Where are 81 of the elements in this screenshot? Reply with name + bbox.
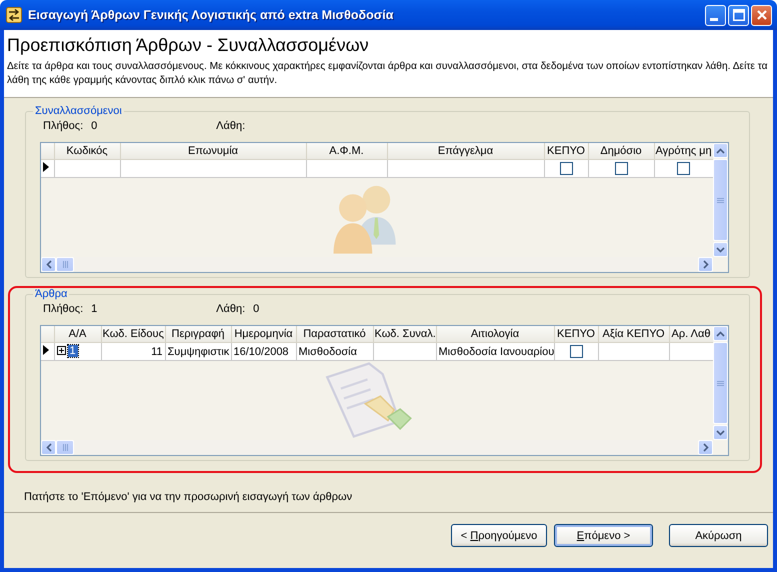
table-cell: 16/10/2008 bbox=[231, 342, 296, 360]
scroll-left-button[interactable] bbox=[41, 257, 56, 272]
column-header[interactable]: Επωνυμία bbox=[120, 143, 306, 160]
errors-value: 0 bbox=[253, 302, 260, 314]
column-header[interactable]: Κωδ. Είδους bbox=[101, 326, 165, 342]
horizontal-scrollbar[interactable] bbox=[41, 257, 713, 272]
scroll-thumb[interactable] bbox=[56, 440, 74, 455]
column-header[interactable]: Αρ. Λαθ bbox=[669, 326, 713, 342]
description-text: Δείτε τα άρθρα και τους συναλλασσόμενους. Με κόκκινους χαρακτήρες εμφανίζονται άρθρα και συναλλασσόμενοι, στα δεδομένα των οποίων εντοπίστηκαν λάθη. Δείτε τα λάθη της κάθε γραμμής κάνοντας διπλό κλικ πάνω σ' αυτήν. bbox=[7, 60, 768, 88]
column-header[interactable]: Κωδικός bbox=[54, 143, 120, 160]
table-cell: Μισθοδοσία Ιανουαρίου bbox=[436, 342, 554, 360]
table-cell: Μισθοδοσία bbox=[296, 342, 373, 360]
column-header[interactable]: ΚΕΠΥΟ bbox=[554, 326, 598, 342]
scroll-thumb[interactable] bbox=[56, 257, 74, 272]
count-value: 1 bbox=[91, 302, 98, 314]
checkbox[interactable] bbox=[677, 162, 690, 175]
column-header[interactable]: Κωδ. Συναλ. bbox=[373, 326, 436, 342]
table-cell: 11 bbox=[101, 342, 165, 360]
grip-icon bbox=[62, 444, 68, 451]
minimize-icon bbox=[710, 18, 718, 20]
group-legend: Άρθρα bbox=[33, 288, 70, 300]
page-title: Προεπισκόπιση Άρθρων - Συναλλασσομένων bbox=[7, 34, 370, 56]
data-grid[interactable]: Κωδικός Επωνυμία Α.Φ.Μ. Επάγγελμα ΚΕΠΥΟ Δημόσιο Αγρότης μη bbox=[40, 142, 729, 273]
grip-icon bbox=[717, 380, 724, 386]
checkbox[interactable] bbox=[614, 162, 628, 175]
scroll-right-button[interactable] bbox=[698, 440, 713, 455]
expand-icon[interactable] bbox=[56, 346, 66, 356]
count-value: 0 bbox=[91, 120, 98, 132]
table-cell: Συμψηφιστικ bbox=[165, 342, 231, 360]
row-header[interactable] bbox=[41, 342, 54, 360]
scroll-up-button[interactable] bbox=[713, 143, 728, 158]
errors-label: Λάθη: bbox=[216, 302, 246, 314]
vertical-scrollbar[interactable] bbox=[713, 326, 728, 440]
column-header[interactable]: Δημόσιο bbox=[588, 143, 654, 160]
checkbox[interactable] bbox=[570, 345, 582, 358]
scroll-left-button[interactable] bbox=[41, 440, 56, 455]
column-header[interactable]: Αξία ΚΕΠΥΟ bbox=[598, 326, 669, 342]
scroll-thumb[interactable] bbox=[713, 342, 728, 424]
count-label: Πλήθος: bbox=[43, 120, 84, 132]
errors-label: Λάθη: bbox=[216, 120, 246, 132]
column-header[interactable]: ΚΕΠΥΟ bbox=[544, 143, 588, 160]
table-cell bbox=[54, 160, 120, 178]
maximize-button[interactable] bbox=[728, 4, 749, 26]
column-header[interactable]: Α/Α bbox=[54, 326, 101, 342]
grip-icon bbox=[717, 198, 724, 202]
column-header[interactable]: Επάγγελμα bbox=[387, 143, 544, 160]
table-cell bbox=[373, 342, 436, 360]
column-header[interactable]: Περιγραφή bbox=[165, 326, 231, 342]
column-header[interactable]: Αγρότης μη bbox=[654, 143, 713, 160]
close-icon bbox=[756, 10, 766, 20]
table-cell bbox=[669, 342, 713, 360]
vertical-scrollbar[interactable] bbox=[713, 143, 728, 257]
scroll-thumb[interactable] bbox=[713, 159, 728, 241]
next-button[interactable]: Επόμενο > bbox=[554, 524, 653, 547]
scroll-down-button[interactable] bbox=[713, 242, 728, 257]
scroll-up-button[interactable] bbox=[713, 326, 728, 341]
scroll-right-button[interactable] bbox=[698, 257, 713, 272]
close-button[interactable] bbox=[751, 4, 772, 26]
arrows-icon bbox=[6, 7, 22, 23]
hint-text: Πατήστε το 'Επόμενο' για να την προσωρινή εισαγωγή των άρθρων bbox=[24, 491, 354, 505]
column-header[interactable]: Α.Φ.Μ. bbox=[306, 143, 387, 160]
column-header[interactable]: Αιτιολογία bbox=[436, 326, 554, 342]
scroll-down-button[interactable] bbox=[713, 425, 728, 440]
column-header[interactable]: Ημερομηνία bbox=[231, 326, 296, 342]
header-corner bbox=[41, 326, 54, 342]
table-cell bbox=[598, 342, 669, 360]
window-title: Εισαγωγή Άρθρων Γενικής Λογιστικής από extra Μισθοδοσία bbox=[28, 8, 394, 22]
group-legend: Συναλλασσόμενοι bbox=[33, 105, 124, 117]
minimize-button[interactable] bbox=[705, 4, 726, 26]
back-button[interactable]: < Προηγούμενο bbox=[451, 524, 547, 547]
horizontal-scrollbar[interactable] bbox=[41, 440, 713, 455]
row-header[interactable] bbox=[41, 160, 54, 178]
maximize-icon bbox=[732, 9, 744, 21]
data-grid[interactable]: Α/Α Κωδ. Είδους Περιγραφή Ημερομηνία Παραστατικό Κωδ. Συναλ. Αιτιολογία ΚΕΠΥΟ Αξία ΚΕΠΥΟ Αρ. Λαθ 1 11 Συμψηφιστικ 16/10/2008 Μισθοδοσία Μισθοδοσία Ιανουαρίου bbox=[40, 325, 729, 456]
checkbox[interactable] bbox=[560, 162, 572, 175]
count-label: Πλήθος: bbox=[43, 302, 84, 314]
grip-icon bbox=[62, 261, 68, 268]
cancel-button[interactable]: Ακύρωση bbox=[669, 524, 768, 547]
column-header[interactable]: Παραστατικό bbox=[296, 326, 373, 342]
header-corner bbox=[41, 143, 54, 160]
row-number[interactable]: 1 bbox=[68, 344, 78, 357]
